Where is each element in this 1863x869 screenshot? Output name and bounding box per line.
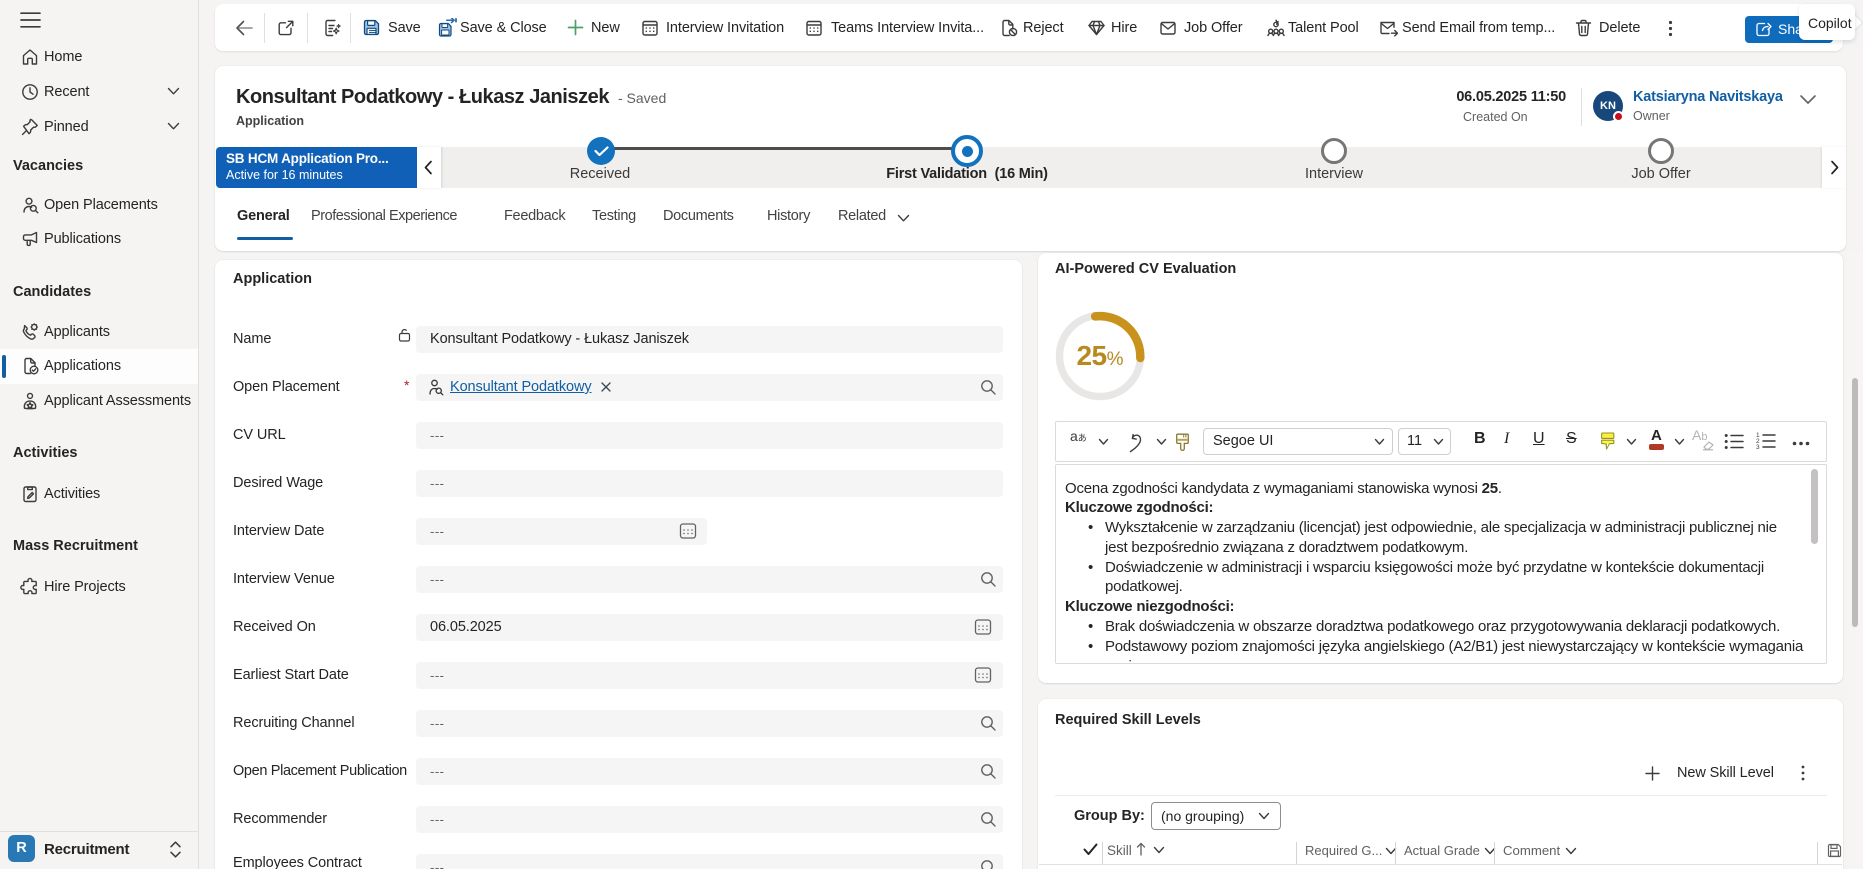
- svg-text:3: 3: [1756, 444, 1760, 451]
